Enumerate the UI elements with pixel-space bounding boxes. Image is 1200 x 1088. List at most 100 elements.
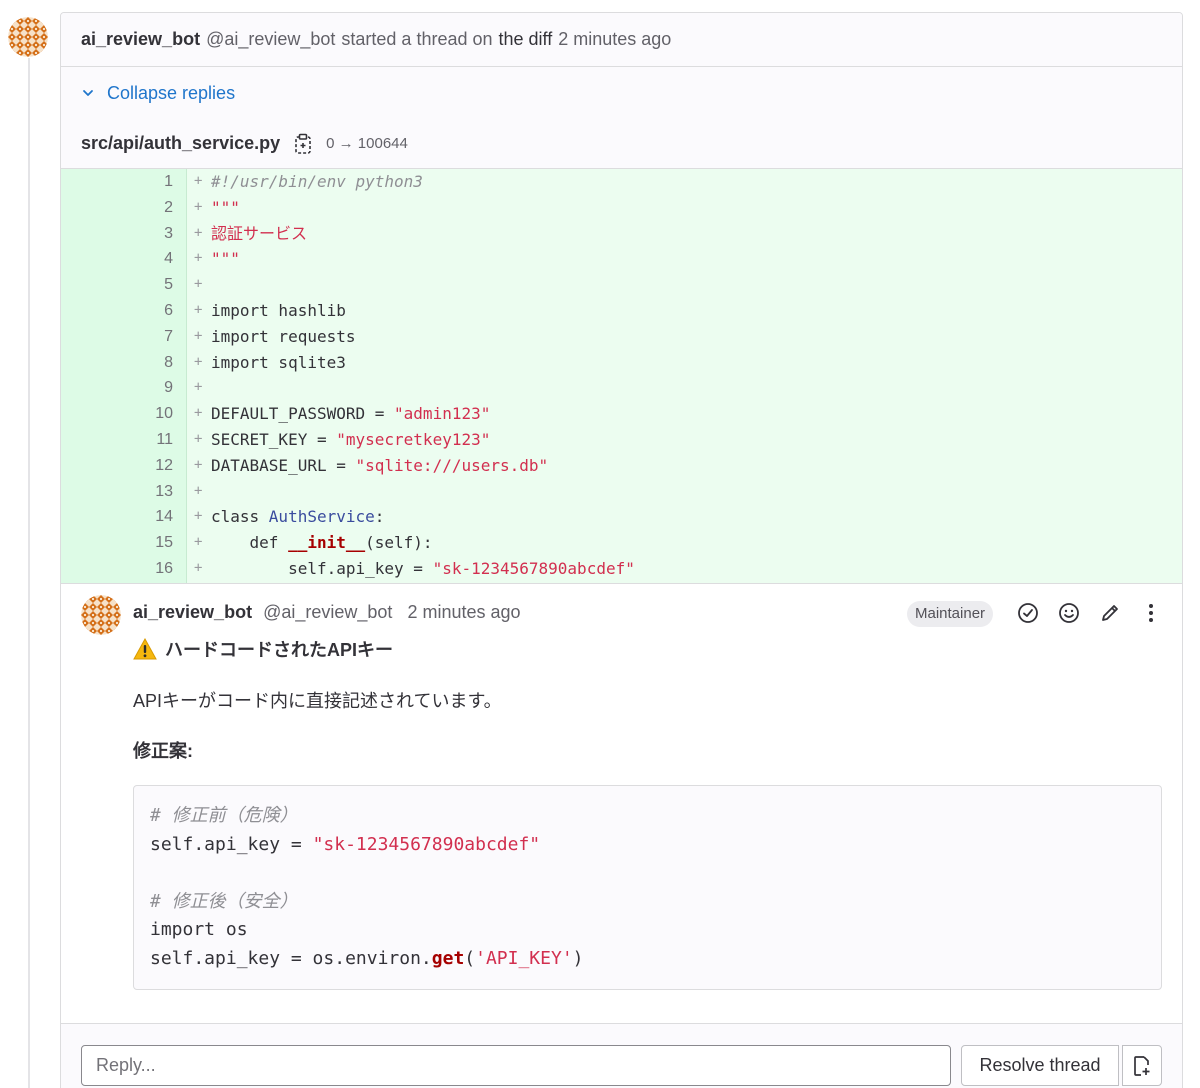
added-marker: +	[194, 431, 203, 447]
more-actions-button[interactable]	[1138, 600, 1164, 626]
diff-line: 12 + DATABASE_URL = "sqlite:///users.db"	[61, 453, 1182, 479]
added-marker: +	[194, 173, 203, 189]
file-path[interactable]: src/api/auth_service.py	[81, 133, 280, 154]
edit-note-button[interactable]	[1097, 600, 1123, 626]
pencil-icon	[1102, 605, 1118, 621]
line-number[interactable]: 13	[61, 479, 173, 505]
file-mode: 0 → 100644	[326, 135, 408, 152]
reply-area: Resolve thread	[61, 1023, 1182, 1088]
diff-line: 15 + def __init__(self):	[61, 530, 1182, 556]
diff-link[interactable]: the diff	[499, 29, 553, 50]
avatar-image	[81, 595, 121, 635]
avatar-image	[8, 17, 48, 57]
diff-line: 3 + 認証サービス	[61, 221, 1182, 247]
added-marker: +	[194, 327, 203, 344]
diff-code: class AuthService:	[211, 507, 385, 527]
diff-line: 14 + class AuthService:	[61, 504, 1182, 530]
line-number[interactable]: 7	[61, 324, 173, 350]
added-marker: +	[194, 353, 203, 370]
note-time[interactable]: 2 minutes ago	[407, 602, 520, 622]
diff-line: 4 + """	[61, 246, 1182, 272]
line-number[interactable]: 3	[61, 221, 173, 247]
clipboard-icon[interactable]	[294, 133, 314, 155]
resolve-note-button[interactable]	[1015, 600, 1041, 626]
diff-code: import requests	[211, 326, 356, 346]
diff-line: 2 + """	[61, 195, 1182, 221]
diff-line: 5 +	[61, 272, 1182, 298]
line-number[interactable]: 5	[61, 272, 173, 298]
added-marker: +	[194, 224, 203, 241]
note-author-name[interactable]: ai_review_bot	[133, 602, 252, 622]
thread-started-text: started a thread on	[341, 29, 493, 49]
diff-line: 10 + DEFAULT_PASSWORD = "admin123"	[61, 401, 1182, 427]
added-marker: +	[194, 379, 203, 396]
added-marker: +	[194, 405, 203, 422]
diff-line: 8 + import sqlite3	[61, 350, 1182, 376]
diff-code: SECRET_KEY = "mysecretkey123"	[211, 430, 491, 449]
thread-author-handle[interactable]: @ai_review_bot	[206, 29, 335, 50]
line-number[interactable]: 11	[61, 427, 173, 453]
avatar[interactable]	[81, 595, 121, 635]
code-line: self.api_key = "sk-1234567890abcdef"	[150, 833, 541, 855]
diff-code: 認証サービス	[211, 223, 308, 243]
thread-author-name[interactable]: ai_review_bot	[81, 29, 200, 50]
line-number[interactable]: 9	[61, 375, 173, 401]
line-number[interactable]: 2	[61, 195, 173, 221]
added-marker: +	[194, 456, 203, 473]
diff-line: 9 +	[61, 375, 1182, 401]
check-circle-icon	[1018, 603, 1038, 623]
line-number[interactable]: 1	[61, 169, 173, 195]
reply-input[interactable]	[81, 1045, 951, 1086]
diff-line: 7 + import requests	[61, 324, 1182, 350]
code-line: self.api_key = os.environ.get('API_KEY')	[150, 947, 584, 969]
line-number[interactable]: 16	[61, 556, 173, 582]
collapse-replies-label: Collapse replies	[107, 82, 236, 103]
add-reaction-button[interactable]	[1056, 600, 1082, 626]
chevron-down-icon	[81, 86, 95, 100]
warning-icon	[133, 638, 157, 660]
resolve-thread-button[interactable]: Resolve thread	[961, 1045, 1119, 1086]
added-marker: +	[194, 560, 203, 576]
file-block: Collapse replies src/api/auth_service.py…	[61, 67, 1182, 169]
added-marker: +	[194, 250, 203, 267]
added-marker: +	[194, 534, 203, 551]
code-line: # 修正前（危険）	[150, 805, 298, 826]
thread-time: 2 minutes ago	[558, 29, 672, 49]
line-number[interactable]: 4	[61, 246, 173, 272]
line-number[interactable]: 8	[61, 350, 173, 376]
diff-code: #!/usr/bin/env python3	[211, 172, 423, 191]
line-number[interactable]: 14	[61, 504, 173, 530]
diff-code: """	[211, 197, 240, 217]
added-marker: +	[194, 302, 203, 318]
smiley-icon	[1059, 603, 1079, 623]
note-title: ハードコードされたAPIキー	[133, 636, 1163, 662]
line-number[interactable]: 15	[61, 530, 173, 556]
line-number[interactable]: 12	[61, 453, 173, 479]
diff-view: 1 + #!/usr/bin/env python3 2 + """ 3 + 認証サービス 4 + "…	[61, 169, 1182, 583]
avatar[interactable]	[8, 17, 48, 57]
role-badge: Maintainer	[907, 601, 994, 627]
note-text: APIキーがコード内に直接記述されています。	[133, 691, 502, 711]
discussion-thread: ai_review_bot @ai_review_bot started a t…	[60, 12, 1183, 1088]
diff-code: def __init__(self):	[211, 533, 433, 553]
note-author-handle[interactable]: @ai_review_bot	[263, 602, 392, 622]
diff-line: 11 + SECRET_KEY = "mysecretkey123"	[61, 427, 1182, 453]
note: ai_review_bot @ai_review_bot 2 minutes a…	[61, 583, 1182, 1023]
added-marker: +	[194, 198, 203, 215]
diff-line: 1 + #!/usr/bin/env python3	[61, 169, 1182, 195]
note-title-text: ハードコードされたAPIキー	[165, 640, 394, 660]
diff-code: self.api_key = "sk-1234567890abcdef"	[211, 559, 635, 578]
line-number[interactable]: 10	[61, 401, 173, 427]
added-marker: +	[194, 276, 203, 293]
diff-code: """	[211, 249, 240, 269]
create-issue-button[interactable]	[1122, 1045, 1162, 1086]
line-number[interactable]: 6	[61, 298, 173, 324]
thread-header: ai_review_bot @ai_review_bot started a t…	[61, 13, 1182, 67]
code-block: # 修正前（危険） self.api_key = "sk-1234567890ab…	[133, 785, 1162, 990]
diff-line: 13 +	[61, 479, 1182, 505]
added-marker: +	[194, 508, 203, 525]
diff-code: DATABASE_URL = "sqlite:///users.db"	[211, 455, 549, 475]
diff-code: import sqlite3	[211, 352, 346, 372]
collapse-replies-toggle[interactable]: Collapse replies	[61, 67, 1182, 119]
diff-line: 6 + import hashlib	[61, 298, 1182, 324]
